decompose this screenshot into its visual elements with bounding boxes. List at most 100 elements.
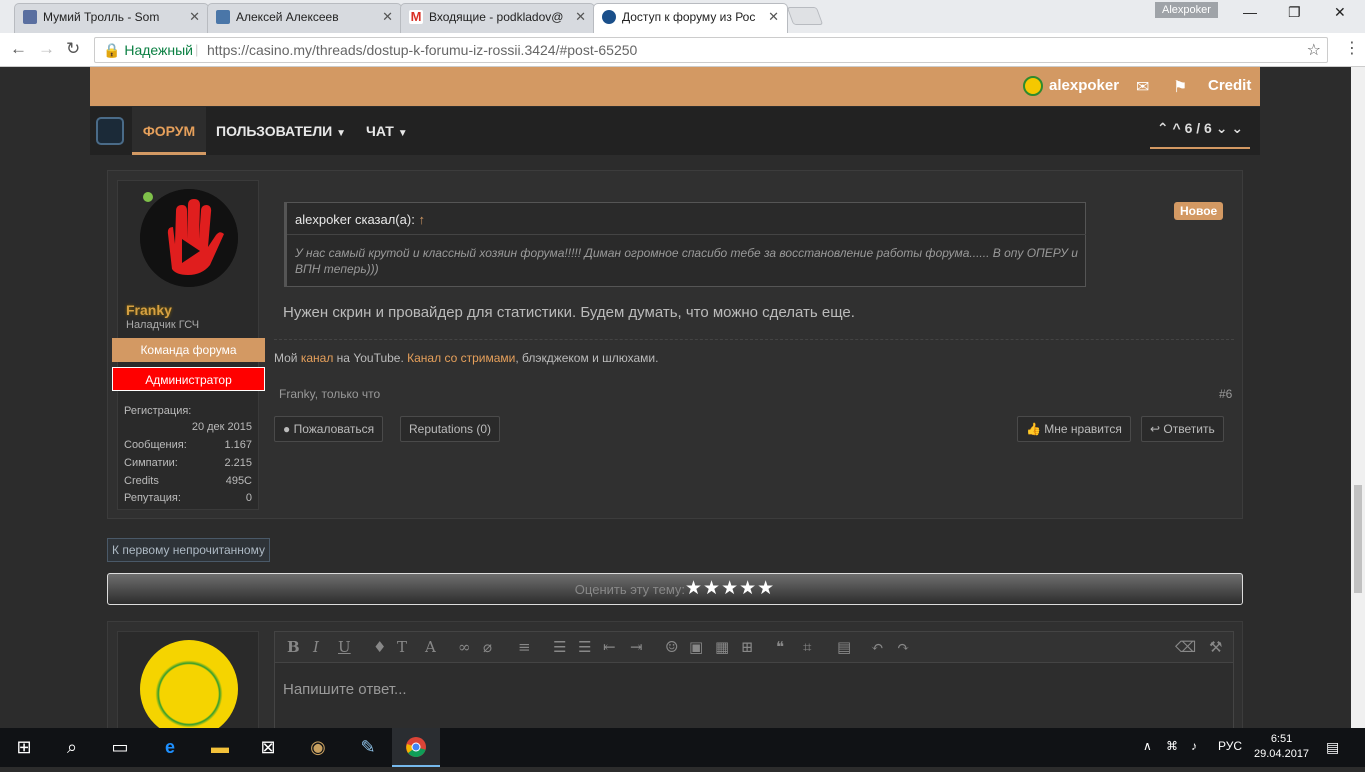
insert-icon[interactable]: ⊞ <box>741 638 754 656</box>
stat-value[interactable]: 1.167 <box>224 439 252 451</box>
undo-icon[interactable]: ↶ <box>871 638 884 656</box>
align-icon[interactable]: ≡ <box>518 638 531 656</box>
italic-icon[interactable]: I <box>313 638 319 656</box>
author-title: Наладчик ГСЧ <box>126 319 200 331</box>
thread-pager[interactable]: ⌃ ^ 6 / 6 ⌄ ⌄ <box>1150 107 1250 149</box>
media-icon[interactable]: ▦ <box>715 638 729 656</box>
post-author[interactable]: Franky <box>126 302 172 318</box>
font-icon[interactable]: A <box>425 638 436 656</box>
stat-value: 0 <box>245 492 252 504</box>
site-logo[interactable] <box>96 117 124 145</box>
tray-arrow-icon[interactable]: ∧ <box>1143 739 1152 753</box>
task-view-icon[interactable]: ▭ <box>96 728 144 767</box>
reply-input[interactable]: Напишите ответ... <box>283 681 407 698</box>
secure-indicator[interactable]: 🔒 Надежный <box>103 42 193 59</box>
browser-menu-icon[interactable]: ⋮ <box>1344 38 1360 58</box>
envelope-icon[interactable]: ✉ <box>1136 77 1149 97</box>
nav-forum-tab[interactable]: ФОРУМ <box>132 107 206 155</box>
post-number[interactable]: #6 <box>1219 387 1232 401</box>
browser-tab[interactable]: Мумий Тролль - Som ✕ <box>14 3 209 33</box>
store-icon[interactable]: ⊠ <box>244 728 292 767</box>
wrench-icon[interactable]: ⚒ <box>1209 638 1222 656</box>
credit-link[interactable]: Credit <box>1208 77 1251 94</box>
indent-icon[interactable]: ⇥ <box>630 638 643 656</box>
like-button[interactable]: 👍 Мне нравится <box>1017 416 1131 442</box>
first-unread-button[interactable]: К первому непрочитанному <box>107 538 270 562</box>
file-explorer-icon[interactable]: ▬ <box>196 728 244 767</box>
secure-label: Надежный <box>124 42 194 58</box>
omnibox[interactable]: 🔒 Надежный | https://casino.my/threads/d… <box>94 37 1328 63</box>
signature-link[interactable]: Канал со стримами <box>407 351 515 365</box>
report-button[interactable]: ● Пожаловаться <box>274 416 384 442</box>
double-down-icon[interactable]: ⌄ <box>1231 120 1243 136</box>
arrow-up-icon[interactable]: ↑ <box>418 212 425 227</box>
forward-icon[interactable]: → <box>38 39 55 59</box>
bold-icon[interactable]: B <box>287 638 300 656</box>
edge-icon[interactable]: e <box>146 728 194 767</box>
rating-stars[interactable]: ★★★★★ <box>685 578 775 599</box>
nav-chat-tab[interactable]: ЧАТ ▼ <box>366 107 408 158</box>
new-tab-button[interactable] <box>786 7 824 25</box>
clock[interactable]: 6:51 29.04.2017 <box>1254 732 1309 762</box>
browser-tab[interactable]: M Входящие - podkladov@ ✕ <box>400 3 595 33</box>
network-icon[interactable]: ⌘ <box>1166 739 1178 753</box>
volume-icon[interactable]: ♪ <box>1191 739 1197 753</box>
address-bar-row: ← → ↻ 🔒 Надежный | https://casino.my/thr… <box>0 33 1365 67</box>
close-icon[interactable]: ✕ <box>189 4 200 30</box>
double-up-icon[interactable]: ⌃ <box>1157 120 1169 136</box>
user-avatar-mini[interactable] <box>1023 76 1043 96</box>
close-icon[interactable]: ✕ <box>768 4 779 30</box>
number-list-icon[interactable]: ☰ <box>578 638 591 656</box>
browser-tab-active[interactable]: Доступ к форуму из Рос ✕ <box>593 3 788 33</box>
paint-icon[interactable]: ✎ <box>344 728 392 767</box>
divider: | <box>195 42 199 57</box>
page-scrollbar[interactable] <box>1351 67 1365 728</box>
redo-icon[interactable]: ↷ <box>897 638 910 656</box>
flag-icon[interactable]: ⚑ <box>1173 77 1187 97</box>
restore-icon[interactable]: ❐ <box>1288 4 1301 21</box>
reload-icon[interactable]: ↻ <box>66 39 80 59</box>
browser-tab[interactable]: Алексей Алексеев ✕ <box>207 3 402 33</box>
underline-icon[interactable]: U <box>338 638 351 656</box>
minimize-icon[interactable]: — <box>1243 4 1257 20</box>
color-icon[interactable]: ♦ <box>373 638 386 656</box>
close-icon[interactable]: ✕ <box>575 4 586 30</box>
link-icon[interactable]: ∞ <box>458 638 471 656</box>
quote-icon[interactable]: ❝ <box>776 638 784 656</box>
smiley-icon[interactable]: ☺ <box>665 638 678 656</box>
avatar[interactable] <box>140 640 238 728</box>
bookmark-star-icon[interactable]: ☆ <box>1307 40 1321 60</box>
profile-button[interactable]: Alexpoker <box>1155 2 1218 18</box>
bullet-list-icon[interactable]: ☰ <box>553 638 566 656</box>
unlink-icon[interactable]: ⌀ <box>483 638 492 656</box>
nav-users-tab[interactable]: ПОЛЬЗОВАТЕЛИ ▼ <box>216 107 346 158</box>
scrollbar-thumb[interactable] <box>1354 485 1362 593</box>
notification-icon[interactable]: ▤ <box>1326 739 1339 756</box>
font-size-icon[interactable]: T <box>397 638 407 656</box>
reply-button[interactable]: ↩ Ответить <box>1141 416 1224 442</box>
image-icon[interactable]: ▣ <box>689 638 703 656</box>
media-app-icon[interactable]: ◉ <box>294 728 342 767</box>
chrome-icon[interactable] <box>392 728 440 767</box>
close-window-icon[interactable]: ✕ <box>1334 4 1346 21</box>
reputations-button[interactable]: Reputations (0) <box>400 416 501 442</box>
save-draft-icon[interactable]: ▤ <box>837 638 851 656</box>
close-icon[interactable]: ✕ <box>382 4 393 30</box>
down-icon[interactable]: ⌄ <box>1216 120 1228 136</box>
eraser-icon[interactable]: ⌫ <box>1175 638 1196 656</box>
username-link[interactable]: alexpoker <box>1049 77 1119 94</box>
youtube-play-icon <box>23 10 37 24</box>
code-icon[interactable]: ⌗ <box>803 638 811 656</box>
windows-start-icon[interactable]: ⊞ <box>0 728 48 767</box>
up-icon[interactable]: ^ <box>1173 120 1181 136</box>
search-icon[interactable]: ⌕ <box>48 728 96 767</box>
post-meta[interactable]: Franky, только что <box>279 387 380 401</box>
back-icon[interactable]: ← <box>10 39 27 59</box>
url-text[interactable]: https://casino.my/threads/dostup-k-forum… <box>207 42 637 58</box>
online-indicator <box>143 192 153 202</box>
language-indicator[interactable]: РУС <box>1218 739 1242 753</box>
avatar[interactable] <box>140 189 238 287</box>
stat-value: 495C <box>225 475 252 487</box>
outdent-icon[interactable]: ⇤ <box>603 638 616 656</box>
signature-link[interactable]: канал <box>301 351 334 365</box>
